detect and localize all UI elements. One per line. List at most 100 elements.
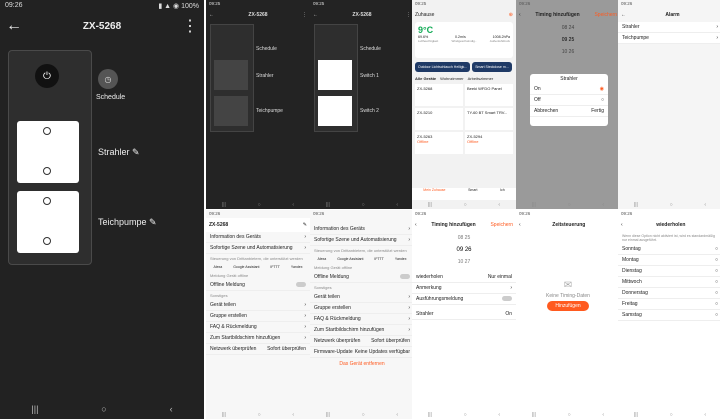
back-arrow-icon[interactable]: ←	[209, 12, 214, 18]
schedule-button[interactable]: ◷	[98, 69, 118, 89]
tab-office[interactable]: Arbeitszimmer	[468, 76, 494, 81]
screen-home: 09:25 Zuhause ⊕ 9°C 69.6% 0.2m/s 1008.2hPa …	[412, 0, 516, 209]
cancel-button[interactable]: Abbrechen	[534, 108, 558, 114]
day-row[interactable]: Samstag ○	[618, 310, 720, 321]
settings-row[interactable]: Netzwerk überprüfen Sofort überprüfen	[310, 336, 414, 347]
socket-2[interactable]	[318, 96, 352, 126]
radio-off[interactable]: ○	[601, 97, 604, 103]
settings-row[interactable]: Zum Startbildschirm hinzufügen ›	[206, 333, 310, 344]
device-card[interactable]: ZX-5210	[415, 108, 463, 130]
tab-all[interactable]: Alle Geräte	[415, 76, 436, 81]
save-button[interactable]: Speichern	[490, 222, 513, 228]
socket-1[interactable]	[17, 121, 79, 183]
save-button[interactable]: Speichern	[594, 12, 617, 18]
back-arrow-icon[interactable]: ←	[6, 17, 22, 35]
socket-1[interactable]	[214, 60, 248, 90]
device-card[interactable]: TY-60 BT Smart TRV...	[465, 108, 513, 130]
switch-1-label[interactable]: Strahler	[256, 73, 274, 79]
back-arrow-icon[interactable]: ←	[313, 12, 318, 18]
screen-settings-scrolled: 09:26 Information des Geräts › Sofortige …	[310, 210, 414, 419]
page-title: ZX-5268	[82, 20, 122, 32]
more-menu-icon[interactable]: ⋮	[406, 12, 411, 18]
time-picker[interactable]: 08 25 09 26 10 27	[412, 232, 516, 268]
day-row[interactable]: Freitag ○	[618, 299, 720, 310]
page-title: Timing hinzufügen	[535, 12, 580, 18]
nav-smart[interactable]: Smart	[468, 188, 477, 200]
notify-toggle[interactable]	[502, 296, 512, 301]
settings-row[interactable]: Zum Startbildschirm hinzufügen ›	[310, 325, 414, 336]
device-card[interactable]: ZX-5294 Offline	[465, 132, 513, 154]
repeat-row[interactable]: wiederholen Nur einmal	[412, 272, 516, 283]
main-panel: 09:26 ▮ ▲ ◉ 100% ← ZX-5268 ⋮ ⏻ ◷ Schedule S…	[0, 0, 204, 419]
empty-state: ✉ Keine Timing-Daten Hinzufügen	[516, 280, 620, 311]
settings-row[interactable]: Gruppe erstellen ›	[206, 311, 310, 322]
schedule-label: Schedule	[96, 94, 126, 101]
offline-toggle[interactable]	[296, 282, 306, 287]
socket-hole-icon	[43, 127, 51, 135]
offline-toggle[interactable]	[400, 274, 410, 279]
screen-timing-dialog: 09:26 ‹ Timing hinzufügen Speichern 08 24 0…	[516, 0, 620, 209]
page-title: Zeitsteuerung	[552, 222, 586, 228]
device-info-link[interactable]: Information des Geräts	[210, 234, 261, 240]
device-info-link[interactable]: Information des Geräts	[314, 226, 365, 232]
status-bar: 09:26 ▮ ▲ ◉ 100%	[0, 0, 204, 12]
socket-2[interactable]	[17, 191, 79, 253]
switch-2-label[interactable]: Teichpumpe	[256, 108, 283, 114]
day-row[interactable]: Dienstag ○	[618, 266, 720, 277]
add-icon[interactable]: ⊕	[509, 12, 513, 18]
scene-button[interactable]: Outdoor Lichtschlauch Helligk...	[415, 62, 471, 72]
settings-row[interactable]: FAQ & Rückmeldung ›	[310, 314, 414, 325]
remove-device-button[interactable]: Das Gerät entfernen	[310, 358, 414, 370]
day-row[interactable]: Donnerstag ○	[618, 288, 720, 299]
socket-hole-icon	[43, 197, 51, 205]
home-selector[interactable]: Zuhause	[415, 12, 434, 18]
switch-1-label[interactable]: Strahler ✎	[98, 147, 140, 158]
schedule-label: Schedule	[360, 46, 381, 52]
day-row[interactable]: Montag ○	[618, 255, 720, 266]
schedule-label: Schedule	[256, 46, 277, 52]
add-timing-button[interactable]: Hinzufügen	[547, 301, 589, 311]
nav-home[interactable]: Mein Zuhause	[423, 188, 445, 200]
device-card[interactable]: ZX-5268	[415, 84, 463, 106]
settings-row[interactable]: Gerät teilen ›	[206, 300, 310, 311]
note-row[interactable]: Anmerkung ›	[412, 283, 516, 294]
alarm-item[interactable]: Teichpumpe ›	[618, 33, 720, 44]
more-menu-icon[interactable]: ⋮	[302, 12, 307, 18]
screen-device-default: 09:25 ← ZX-5268 ⋮ Schedule Switch 1 Switch…	[310, 0, 414, 209]
settings-row[interactable]: Firmware-Update Keine Updates verfügbar	[310, 347, 414, 358]
recent-apps-icon[interactable]: |||	[31, 404, 38, 414]
scene-link[interactable]: Sofortige Szene und Automatisierung	[210, 245, 293, 251]
nav-me[interactable]: Ich	[500, 188, 505, 200]
day-row[interactable]: Sonntag ○	[618, 244, 720, 255]
socket-1[interactable]	[318, 60, 352, 90]
device-card[interactable]: ZX-5263 Offline	[415, 132, 463, 154]
home-icon[interactable]: ○	[101, 404, 106, 414]
settings-row[interactable]: FAQ & Rückmeldung ›	[206, 322, 310, 333]
switch-2-label[interactable]: Teichpumpe ✎	[98, 217, 157, 228]
switch-1-label[interactable]: Switch 1	[360, 73, 379, 79]
tab-living[interactable]: Wohnzimmer	[440, 76, 464, 81]
device-card[interactable]: Beeki WFDO Panel	[465, 84, 513, 106]
switch-2-label[interactable]: Switch 2	[360, 108, 379, 114]
back-icon[interactable]: ‹	[170, 404, 173, 414]
scene-button[interactable]: Smart Steckdose m...	[472, 62, 512, 72]
socket-hole-icon	[43, 237, 51, 245]
socket-2[interactable]	[214, 96, 248, 126]
status-icons: ▮ ▲ ◉ 100%	[158, 3, 199, 10]
socket-hole-icon	[43, 167, 51, 175]
settings-row[interactable]: Gruppe erstellen ›	[310, 303, 414, 314]
done-button[interactable]: Fertig	[591, 108, 604, 114]
screen-device-edit: 09:25 ← ZX-5268 ⋮ Schedule Strahler Teichp…	[206, 0, 310, 209]
settings-row[interactable]: Netzwerk überprüfen Sofort überprüfen	[206, 344, 310, 355]
page-title: Timing hinzufügen	[431, 222, 476, 228]
screen-settings: 09:26 ZX-5268 ✎ Information des Geräts › S…	[206, 210, 310, 419]
scene-link[interactable]: Sofortige Szene und Automatisierung	[314, 237, 397, 243]
weather-card: 9°C 69.6% 0.2m/s 1008.2hPa Luftfeuchtigkei…	[415, 22, 513, 58]
settings-row[interactable]: Gerät teilen ›	[310, 292, 414, 303]
alarm-item[interactable]: Strahler ›	[618, 22, 720, 33]
radio-on[interactable]: ◉	[600, 86, 604, 92]
power-button[interactable]: ⏻	[35, 64, 59, 88]
action-row[interactable]: Strahler On	[412, 309, 516, 320]
more-menu-icon[interactable]: ⋮	[182, 16, 198, 36]
day-row[interactable]: Mittwoch ○	[618, 277, 720, 288]
